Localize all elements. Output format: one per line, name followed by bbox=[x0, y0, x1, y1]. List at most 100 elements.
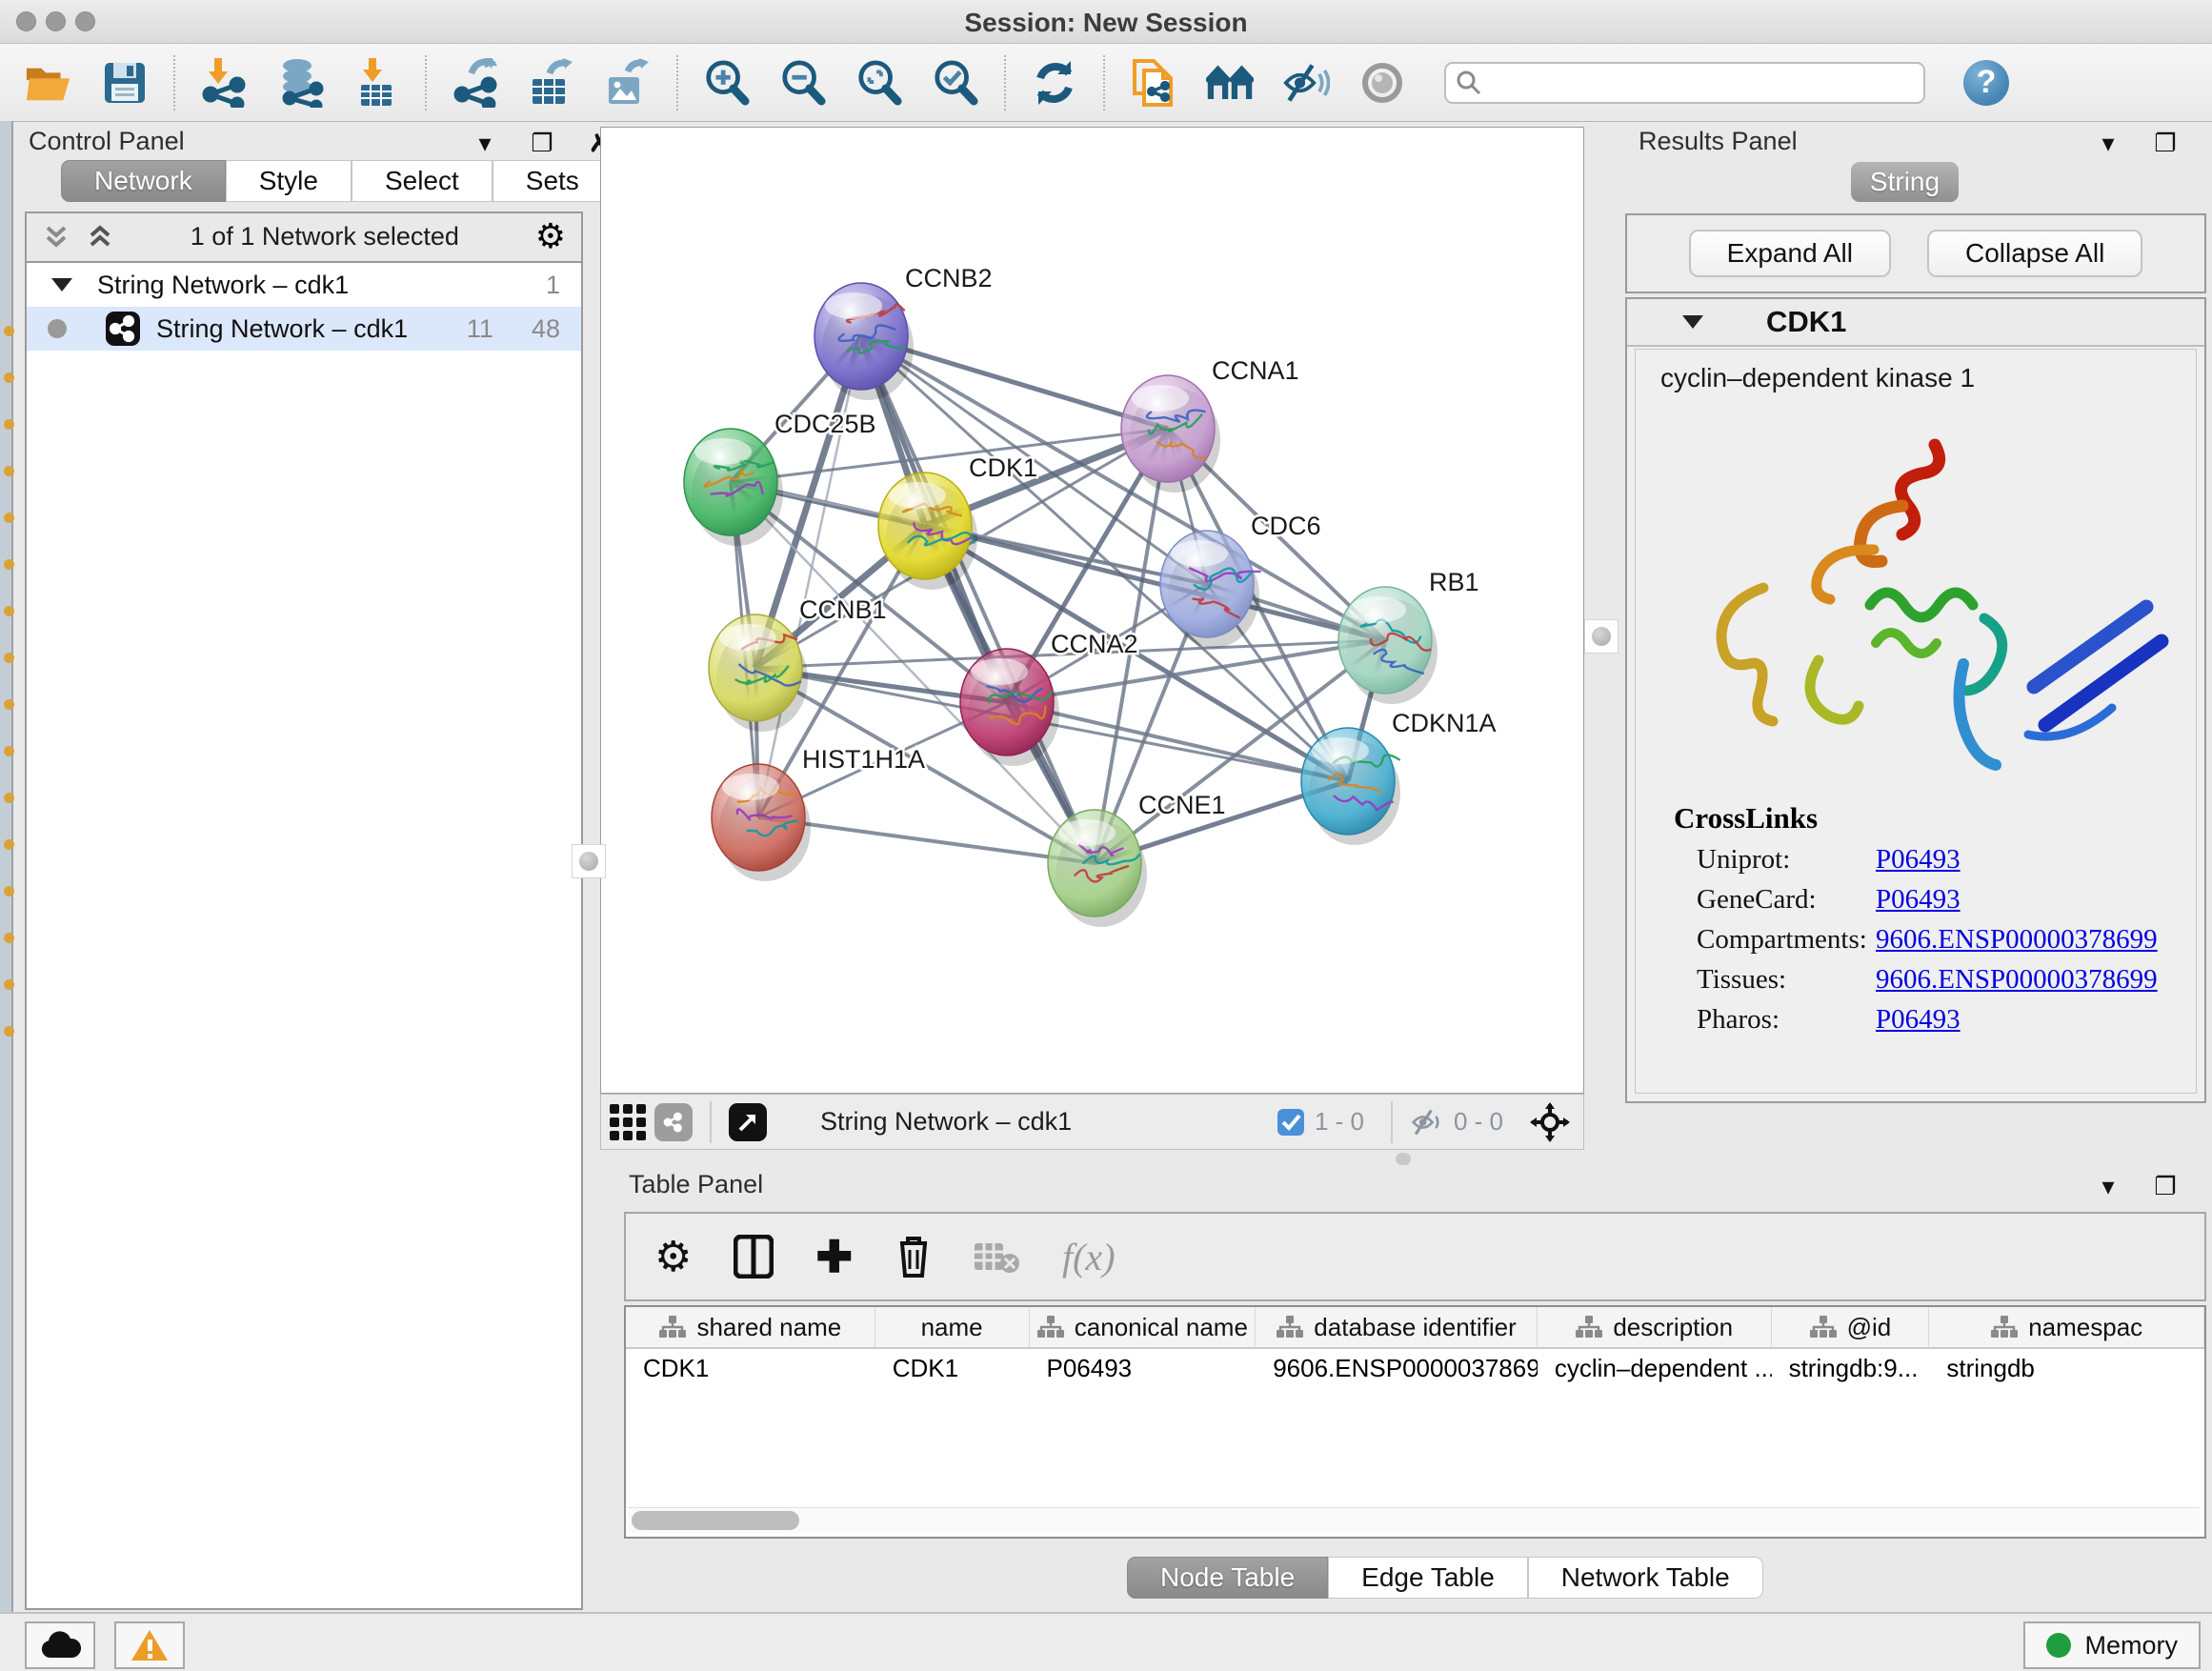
table-cell[interactable]: P06493 bbox=[1030, 1349, 1257, 1387]
delete-column-icon[interactable] bbox=[895, 1234, 933, 1279]
expand-all-button[interactable]: Expand All bbox=[1689, 230, 1891, 277]
tab-edge-table[interactable]: Edge Table bbox=[1328, 1557, 1528, 1599]
bottom-splitter-handle[interactable] bbox=[1396, 1153, 1411, 1165]
collapse-all-networks-icon[interactable] bbox=[42, 222, 70, 251]
network-edge[interactable] bbox=[925, 526, 1385, 640]
network-node-ccna1[interactable]: CCNA1 bbox=[1121, 356, 1299, 493]
tissues-link[interactable]: 9606.ENSP00000378699 bbox=[1876, 964, 2158, 996]
gene-collapse-icon[interactable] bbox=[1682, 315, 1703, 329]
warnings-button[interactable] bbox=[114, 1621, 185, 1669]
table-panel-menu-icon[interactable]: ▾ bbox=[2092, 1172, 2124, 1201]
column-header-canonical-name[interactable]: canonical name bbox=[1030, 1307, 1257, 1347]
table-cell[interactable]: 9606.ENSP00000378699 bbox=[1256, 1349, 1538, 1387]
zoom-fit-icon[interactable] bbox=[855, 58, 903, 108]
zoom-selected-icon[interactable] bbox=[932, 58, 979, 108]
tab-network[interactable]: Network bbox=[61, 160, 226, 202]
collapse-all-button[interactable]: Collapse All bbox=[1927, 230, 2142, 277]
scrollbar-thumb[interactable] bbox=[632, 1511, 799, 1530]
help-button[interactable]: ? bbox=[1963, 60, 2009, 106]
zoom-out-icon[interactable] bbox=[779, 58, 827, 108]
results-panel-menu-icon[interactable]: ▾ bbox=[2092, 129, 2124, 158]
control-panel-float-icon[interactable]: ❐ bbox=[526, 129, 558, 158]
save-session-icon[interactable] bbox=[101, 58, 149, 108]
import-table-icon[interactable] bbox=[352, 58, 400, 108]
network-node-cdc25b[interactable]: CDC25B bbox=[684, 410, 876, 546]
network-view-canvas[interactable]: CCNB2CCNA1CDC25BCDK1CDC6RB1CCNB1CCNA2CDK… bbox=[600, 127, 1584, 1094]
network-node-cdkn1a[interactable]: CDKN1A bbox=[1301, 709, 1497, 845]
results-tab-string[interactable]: String bbox=[1851, 162, 1959, 202]
column-header-database-identifier[interactable]: database identifier bbox=[1256, 1307, 1538, 1347]
uniprot-link[interactable]: P06493 bbox=[1876, 844, 1961, 876]
network-node-cdk1[interactable]: CDK1 bbox=[878, 453, 1037, 590]
network-node-rb1[interactable]: RB1 bbox=[1338, 568, 1479, 704]
table-panel-close-icon[interactable]: ✗ bbox=[2206, 1172, 2212, 1201]
tab-network-table[interactable]: Network Table bbox=[1528, 1557, 1763, 1599]
table-row[interactable]: CDK1CDK1P064939606.ENSP00000378699cyclin… bbox=[626, 1349, 2204, 1387]
function-builder-icon[interactable]: f(x) bbox=[1062, 1235, 1116, 1279]
genecard-link[interactable]: P06493 bbox=[1876, 884, 1961, 916]
collection-expand-icon[interactable] bbox=[51, 278, 72, 292]
export-image-icon[interactable] bbox=[604, 58, 652, 108]
export-network-icon[interactable] bbox=[452, 58, 499, 108]
open-in-new-window-icon[interactable] bbox=[729, 1103, 767, 1141]
open-session-icon[interactable] bbox=[25, 58, 72, 108]
table-cell[interactable]: CDK1 bbox=[875, 1349, 1030, 1387]
table-cell[interactable]: stringdb bbox=[1929, 1349, 2204, 1387]
import-network-icon[interactable] bbox=[200, 58, 248, 108]
hide-selected-icon[interactable] bbox=[1282, 58, 1330, 108]
results-panel-close-icon[interactable]: ✗ bbox=[2206, 129, 2212, 158]
title-bar: Session: New Session bbox=[0, 0, 2212, 44]
tab-node-table[interactable]: Node Table bbox=[1127, 1557, 1328, 1599]
pharos-link[interactable]: P06493 bbox=[1876, 1004, 1961, 1036]
table-cell[interactable]: CDK1 bbox=[626, 1349, 875, 1387]
search-input[interactable] bbox=[1490, 67, 1914, 98]
tab-select[interactable]: Select bbox=[352, 160, 493, 202]
string-style-icon[interactable] bbox=[654, 1103, 693, 1141]
results-panel-float-icon[interactable]: ❐ bbox=[2149, 129, 2182, 158]
network-edge[interactable] bbox=[861, 336, 1095, 863]
dock-app-icon bbox=[4, 466, 14, 476]
copy-network-icon[interactable] bbox=[1130, 58, 1177, 108]
network-options-gear-icon[interactable]: ⚙ bbox=[535, 216, 566, 256]
expand-all-networks-icon[interactable] bbox=[86, 222, 114, 251]
add-column-icon[interactable]: ✚ bbox=[815, 1231, 853, 1282]
network-row[interactable]: String Network – cdk1 11 48 bbox=[27, 307, 581, 351]
table-options-gear-icon[interactable]: ⚙ bbox=[654, 1233, 692, 1281]
column-header-namespac[interactable]: namespac bbox=[1929, 1307, 2204, 1347]
search-field[interactable] bbox=[1444, 62, 1925, 104]
show-columns-icon[interactable] bbox=[734, 1235, 774, 1278]
zoom-in-icon[interactable] bbox=[703, 58, 751, 108]
control-panel-menu-icon[interactable]: ▾ bbox=[469, 129, 501, 158]
network-node-ccne1[interactable]: CCNE1 bbox=[1048, 791, 1226, 927]
tab-sets[interactable]: Sets bbox=[493, 160, 613, 202]
table-cell[interactable]: stringdb:9... bbox=[1772, 1349, 1930, 1387]
tab-style[interactable]: Style bbox=[226, 160, 352, 202]
export-table-icon[interactable] bbox=[528, 58, 575, 108]
first-neighbors-icon[interactable] bbox=[1206, 58, 1254, 108]
delete-table-icon[interactable] bbox=[975, 1239, 1020, 1274]
column-header--id[interactable]: @id bbox=[1772, 1307, 1930, 1347]
memory-button[interactable]: Memory bbox=[2023, 1621, 2201, 1669]
refresh-icon[interactable] bbox=[1031, 58, 1078, 108]
column-header-description[interactable]: description bbox=[1538, 1307, 1772, 1347]
column-header-name[interactable]: name bbox=[875, 1307, 1030, 1347]
show-all-icon[interactable] bbox=[1358, 58, 1406, 108]
column-header-shared-name[interactable]: shared name bbox=[626, 1307, 875, 1347]
node-table[interactable]: shared namenamecanonical namedatabase id… bbox=[624, 1305, 2206, 1539]
compartments-link[interactable]: 9606.ENSP00000378699 bbox=[1876, 924, 2158, 956]
import-network-from-database-icon[interactable] bbox=[276, 58, 324, 108]
table-horizontal-scrollbar[interactable] bbox=[628, 1507, 2200, 1533]
selected-checkbox-icon[interactable] bbox=[1277, 1108, 1305, 1137]
birdseye-grid-icon[interactable] bbox=[601, 1097, 654, 1147]
table-cell[interactable]: cyclin–dependent ... bbox=[1538, 1349, 1772, 1387]
network-node-cdc6[interactable]: CDC6 bbox=[1160, 512, 1321, 648]
left-splitter-handle[interactable] bbox=[572, 844, 606, 878]
pan-crosshair-icon[interactable] bbox=[1530, 1102, 1570, 1142]
cloud-status-button[interactable] bbox=[25, 1621, 95, 1669]
right-splitter-handle[interactable] bbox=[1584, 619, 1619, 654]
network-collection-row[interactable]: String Network – cdk1 1 bbox=[27, 263, 581, 307]
table-panel-float-icon[interactable]: ❐ bbox=[2149, 1172, 2182, 1201]
network-node-hist1h1a[interactable]: HIST1H1A bbox=[712, 745, 925, 881]
network-node-ccnb2[interactable]: CCNB2 bbox=[814, 264, 993, 400]
gene-header-row[interactable]: CDK1 bbox=[1627, 299, 2204, 347]
